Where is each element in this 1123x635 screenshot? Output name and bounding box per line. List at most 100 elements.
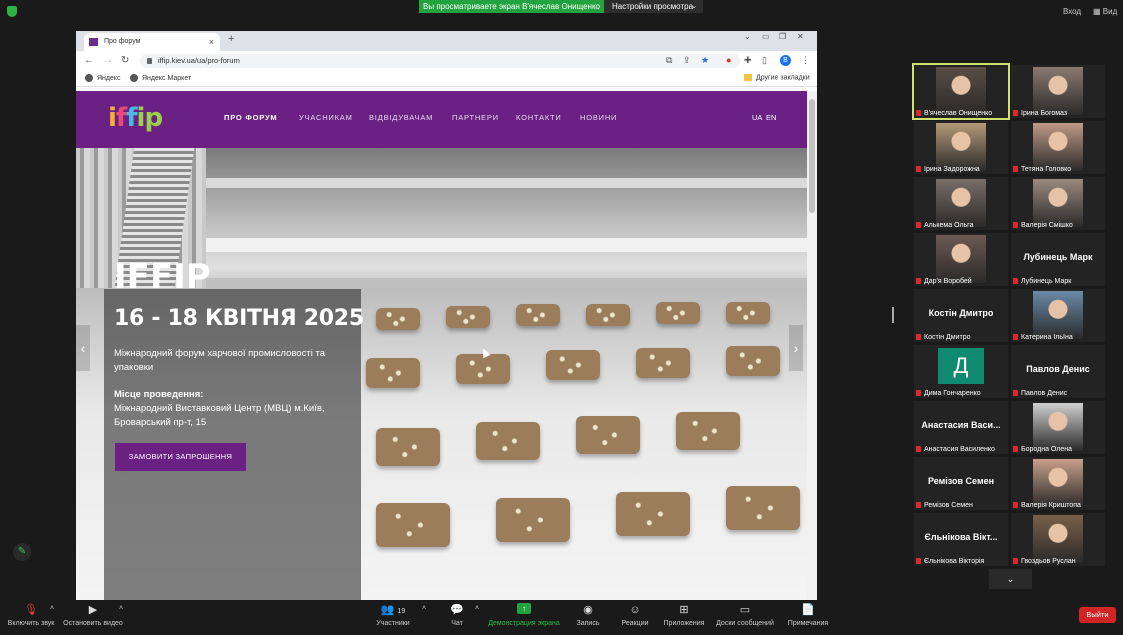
url-field[interactable]: iffip.kiev.ua/ua/pro-forum (140, 54, 740, 68)
enter-button[interactable]: Вход (1063, 7, 1081, 16)
participant-name-label: Ірина Задорожна (916, 166, 980, 173)
logo-letter: ip (136, 103, 164, 133)
reload-icon[interactable]: ↻ (121, 55, 129, 66)
forward-icon[interactable]: → (103, 55, 113, 66)
menu-about-forum[interactable]: ПРО ФОРУМ (224, 113, 277, 122)
bookmark-yandex[interactable]: Яндекс (85, 74, 121, 82)
new-tab-icon[interactable]: + (228, 33, 234, 45)
gallery-next-page-icon[interactable]: ⌄ (989, 569, 1032, 589)
participant-name-label: Гвоздьов Руслан (1013, 558, 1076, 565)
browser-tab-bar: Про форум × + ⌄ ▭ ❐ ✕ (76, 31, 817, 51)
participant-tile[interactable]: Лубинець Марк Лубинець Марк (1011, 233, 1105, 286)
profile-avatar[interactable]: B (780, 55, 791, 66)
bookmark-star-icon[interactable]: ★ (701, 55, 709, 66)
participant-video (1033, 179, 1083, 227)
mic-muted-icon (916, 166, 921, 173)
participant-tile[interactable]: Єльнікова Вікт... Єльнікова Вікторія (914, 513, 1008, 566)
shared-browser-window: Про форум × + ⌄ ▭ ❐ ✕ ← → ↻ iffip.kiev.u… (76, 31, 817, 600)
apps-button[interactable]: ⊞ Приложения (662, 603, 706, 627)
extension-badge-icon[interactable]: ● (726, 55, 731, 65)
menu-visitors[interactable]: ВІДВІДУВАЧАМ (369, 113, 433, 122)
stop-video-button[interactable]: ▶ Остановить видео (62, 603, 124, 627)
participant-tile[interactable]: Катерина Ільїна (1011, 289, 1105, 342)
reactions-button[interactable]: ☺ Реакции (619, 603, 651, 627)
chat-button[interactable]: 💬 Чат (444, 603, 470, 627)
mic-muted-icon (916, 334, 921, 341)
participant-tile[interactable]: Дар'я Воробей (914, 233, 1008, 286)
translate-icon[interactable]: ⧉ (666, 55, 672, 66)
participant-video (936, 123, 986, 171)
security-shield-icon[interactable] (7, 6, 17, 17)
participant-tile[interactable]: Бородна Олена (1011, 401, 1105, 454)
lang-ua[interactable]: UA (752, 113, 762, 122)
close-window-icon[interactable]: ✕ (797, 32, 804, 41)
participant-display-name: Павлов Денис (1026, 364, 1090, 374)
notes-label: Примечания (787, 620, 829, 627)
minimize-icon[interactable]: ▭ (762, 32, 770, 41)
yandex-icon (85, 74, 93, 82)
audio-options-chevron-icon[interactable]: ˄ (47, 605, 57, 612)
menu-participants[interactable]: УЧАСНИКАМ (299, 113, 353, 122)
iffip-logo[interactable]: iffip (108, 103, 164, 133)
participant-video (1033, 515, 1083, 563)
participant-tile[interactable]: В'ячеслав Онищенко (912, 63, 1010, 120)
view-label: Вид (1102, 7, 1118, 16)
bookmark-yandex-market[interactable]: Яндекс Маркет (130, 74, 191, 82)
chevron-down-icon[interactable]: ⌄ (744, 32, 751, 41)
annotate-pencil-icon[interactable]: ✎ (13, 543, 31, 561)
participant-tile[interactable]: Гвоздьов Руслан (1011, 513, 1105, 566)
participant-tile[interactable]: Валерія Криштопа (1011, 457, 1105, 510)
sidebar-icon[interactable]: ▯ (762, 55, 767, 66)
share-icon[interactable]: ⇪ (683, 55, 691, 66)
slider-prev-icon[interactable]: ‹ (76, 325, 90, 371)
chat-chevron-icon[interactable]: ˄ (472, 605, 482, 612)
restore-icon[interactable]: ❐ (779, 32, 786, 41)
extensions-puzzle-icon[interactable]: ✚ (744, 55, 752, 66)
participant-video (1033, 403, 1083, 451)
slider-next-icon[interactable]: › (789, 325, 803, 371)
participant-tile[interactable]: Алькема Ольга (914, 177, 1008, 230)
leave-meeting-button[interactable]: Выйти (1079, 607, 1116, 623)
other-bookmarks-folder[interactable]: Другие закладки (744, 74, 810, 81)
mic-muted-icon (1013, 166, 1018, 173)
screen-share-banner: Вы просматриваете экран В'ячеслав Онищен… (419, 0, 604, 13)
participant-video (1033, 459, 1083, 507)
participant-tile[interactable]: Анастасия Васи... Анастасия Василенко (914, 401, 1008, 454)
participant-tile[interactable]: Д Дима Гончаренко (914, 345, 1008, 398)
participant-name-label: Єльнікова Вікторія (916, 558, 984, 565)
participant-tile[interactable]: Ірина Задорожна (914, 121, 1008, 174)
share-screen-button[interactable]: ↑ Демонстрация экрана (487, 603, 561, 627)
view-options-button[interactable]: Настройки просмотра ⌄ (604, 0, 703, 13)
notes-button[interactable]: 📄 Примечания (786, 603, 830, 627)
participant-name: Ремізов Семен (924, 502, 973, 509)
chevron-down-icon: ⌄ (691, 3, 697, 10)
order-invitation-button[interactable]: ЗАМОВИТИ ЗАПРОШЕННЯ (115, 443, 246, 471)
record-button[interactable]: ◉ Запись (573, 603, 603, 627)
view-button[interactable]: ▦ Вид (1093, 7, 1117, 16)
scrollbar-thumb[interactable] (809, 99, 815, 213)
participant-tile[interactable]: Костін Дмитро Костін Дмитро (914, 289, 1008, 342)
menu-news[interactable]: НОВИНИ (580, 113, 617, 122)
close-tab-icon[interactable]: × (209, 33, 214, 51)
participant-video (1033, 123, 1083, 171)
menu-contacts[interactable]: КОНТАКТИ (516, 113, 562, 122)
whiteboard-button[interactable]: ▭ Доски сообщений (714, 603, 776, 627)
browser-tab[interactable]: Про форум × (84, 33, 220, 51)
participants-chevron-icon[interactable]: ˄ (419, 605, 429, 612)
lang-en[interactable]: EN (766, 113, 776, 122)
page-scrollbar[interactable] (807, 91, 817, 600)
panel-resize-handle[interactable] (892, 307, 894, 323)
mic-muted-icon (916, 558, 921, 565)
mic-muted-icon (1013, 446, 1018, 453)
back-icon[interactable]: ← (84, 55, 94, 66)
participant-name-label: В'ячеслав Онищенко (916, 110, 992, 117)
participants-button[interactable]: 👥 19 Участники (372, 603, 414, 627)
menu-kebab-icon[interactable]: ⋮ (801, 55, 810, 66)
participant-tile[interactable]: Павлов Денис Павлов Денис (1011, 345, 1105, 398)
participant-tile[interactable]: Тетяна Головко (1011, 121, 1105, 174)
participant-tile[interactable]: Ремізов Семен Ремізов Семен (914, 457, 1008, 510)
participant-tile[interactable]: Ірина Богомаз (1011, 65, 1105, 118)
menu-partners[interactable]: ПАРТНЕРИ (452, 113, 499, 122)
participant-tile[interactable]: Валерія Смішко (1011, 177, 1105, 230)
video-options-chevron-icon[interactable]: ˄ (116, 605, 126, 612)
